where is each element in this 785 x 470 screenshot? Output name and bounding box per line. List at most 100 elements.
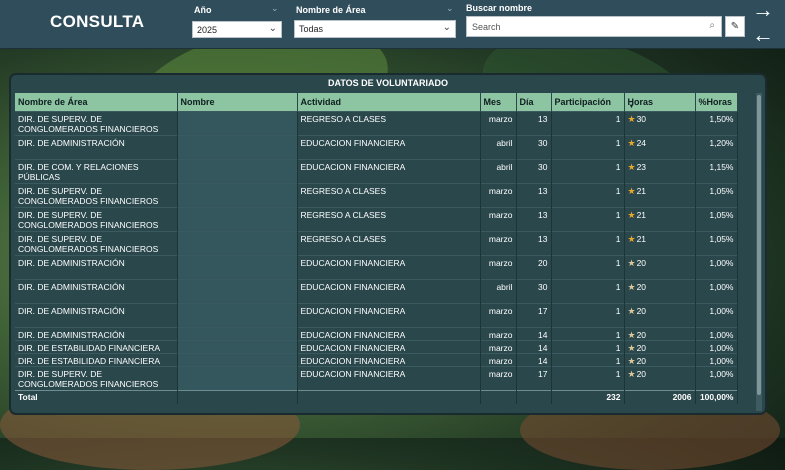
table-row[interactable]: DIR. DE ADMINISTRACIÓN EDUCACION FINANCIE… [15, 327, 738, 341]
column-header-sorted[interactable]: Horas ▼ [624, 93, 696, 112]
cell-dia: 20 [516, 255, 552, 280]
table-row[interactable]: DIR. DE SUPERV. DE CONGLOMERADOS FINANCI… [15, 111, 738, 136]
cell-area: DIR. DE COM. Y RELACIONES PÚBLICAS [15, 159, 178, 184]
cell-dia: 13 [516, 207, 552, 232]
cell-horas: ★20 [624, 303, 696, 328]
cell-nombre [177, 303, 298, 328]
column-header[interactable]: Mes [480, 93, 517, 112]
cell-mes: marzo [480, 255, 517, 280]
total-cell: 100,00% [695, 390, 738, 404]
sort-desc-icon: ▼ [628, 104, 635, 110]
cell-dia: 30 [516, 159, 552, 184]
table-row[interactable]: DIR. DE SUPERV. DE CONGLOMERADOS FINANCI… [15, 366, 738, 391]
cell-mes: marzo [480, 303, 517, 328]
cell-part: 1 [551, 340, 625, 354]
table-row[interactable]: DIR. DE ADMINISTRACIÓN EDUCACION FINANCIE… [15, 279, 738, 304]
eraser-icon: ✎ [730, 21, 740, 32]
cell-dia: 14 [516, 353, 552, 367]
total-cell: Total [15, 390, 178, 404]
cell-pct: 1,05% [695, 183, 738, 208]
cell-value: 20 [636, 343, 647, 353]
cell-part: 1 [551, 135, 625, 160]
column-header[interactable]: %Horas [695, 93, 738, 112]
column-header[interactable]: Día [516, 93, 552, 112]
cell-actividad: REGRESO A CLASES [297, 207, 481, 232]
cell-area: DIR. DE ADMINISTRACIÓN [15, 303, 178, 328]
scrollbar-thumb[interactable] [757, 95, 761, 395]
cell-horas: ★20 [624, 340, 696, 354]
table-row[interactable]: DIR. DE SUPERV. DE CONGLOMERADOS FINANCI… [15, 207, 738, 232]
cell-mes: marzo [480, 340, 517, 354]
cell-part: 1 [551, 353, 625, 367]
volunteer-table: Nombre de Área Nombre Actividad Mes Día … [15, 93, 738, 404]
cell-area: DIR. DE ADMINISTRACIÓN [15, 135, 178, 160]
cell-nombre [177, 183, 298, 208]
column-header[interactable]: Actividad [297, 93, 481, 112]
cell-actividad: EDUCACION FINANCIERA [297, 159, 481, 184]
eraser-button[interactable]: ✎ [725, 16, 745, 37]
top-bar: CONSULTA Año ⌄ 2025 ⌄ Nombre de Área ⌄ T… [0, 0, 785, 49]
page-title: CONSULTA [50, 12, 145, 31]
cell-part: 1 [551, 366, 625, 391]
star-icon: ★ [627, 138, 636, 148]
table-header-row: Nombre de Área Nombre Actividad Mes Día … [15, 93, 738, 112]
year-select[interactable]: 2025 ⌄ [192, 21, 282, 38]
table-row[interactable]: DIR. DE COM. Y RELACIONES PÚBLICAS EDUCAC… [15, 159, 738, 184]
cell-dia: 30 [516, 135, 552, 160]
cell-pct: 1,00% [695, 340, 738, 354]
cell-area: DIR. DE SUPERV. DE CONGLOMERADOS FINANCI… [15, 366, 178, 391]
area-select[interactable]: Todas ⌄ [294, 20, 456, 38]
column-header[interactable]: Nombre de Área [15, 93, 178, 112]
table-row[interactable]: DIR. DE ADMINISTRACIÓN EDUCACION FINANCIE… [15, 135, 738, 160]
cell-pct: 1,15% [695, 159, 738, 184]
total-empty-cell [480, 390, 517, 404]
cell-value: 24 [636, 138, 647, 148]
star-icon: ★ [627, 114, 636, 124]
cell-actividad: EDUCACION FINANCIERA [297, 327, 481, 341]
cell-area: DIR. DE ADMINISTRACIÓN [15, 255, 178, 280]
arrow-left-icon[interactable]: ← [752, 24, 774, 46]
star-half-icon: ★ [627, 330, 636, 340]
star-icon: ★ [627, 186, 636, 196]
cell-dia: 13 [516, 183, 552, 208]
column-header[interactable]: Nombre [177, 93, 298, 112]
table-row[interactable]: DIR. DE ADMINISTRACIÓN EDUCACION FINANCIE… [15, 303, 738, 328]
column-header[interactable]: Participación [551, 93, 625, 112]
star-icon: ★ [627, 234, 636, 244]
star-half-icon: ★ [627, 306, 636, 316]
table-row[interactable]: DIR. DE ESTABILIDAD FINANCIERA EDUCACION … [15, 340, 738, 354]
chevron-down-icon: ⌄ [446, 3, 454, 13]
cell-mes: marzo [480, 353, 517, 367]
cell-mes: marzo [480, 231, 517, 256]
cell-pct: 1,00% [695, 366, 738, 391]
cell-pct: 1,05% [695, 207, 738, 232]
cell-nombre [177, 340, 298, 354]
table-row[interactable]: DIR. DE ESTABILIDAD FINANCIERA EDUCACION … [15, 353, 738, 367]
cell-actividad: EDUCACION FINANCIERA [297, 279, 481, 304]
cell-mes: marzo [480, 366, 517, 391]
star-half-icon: ★ [627, 343, 636, 353]
cell-area: DIR. DE SUPERV. DE CONGLOMERADOS FINANCI… [15, 183, 178, 208]
cell-pct: 1,05% [695, 231, 738, 256]
area-select-value: Todas [299, 24, 324, 34]
cell-pct: 1,00% [695, 255, 738, 280]
cell-value: 23 [636, 162, 647, 172]
table-row[interactable]: DIR. DE ADMINISTRACIÓN EDUCACION FINANCIE… [15, 255, 738, 280]
cell-part: 1 [551, 303, 625, 328]
cell-nombre [177, 159, 298, 184]
cell-actividad: EDUCACION FINANCIERA [297, 135, 481, 160]
cell-mes: marzo [480, 327, 517, 341]
cell-mes: marzo [480, 207, 517, 232]
cell-value: 21 [636, 186, 647, 196]
arrow-right-icon[interactable]: → [752, 0, 774, 21]
vertical-scrollbar[interactable] [756, 93, 762, 411]
table-row[interactable]: DIR. DE SUPERV. DE CONGLOMERADOS FINANCI… [15, 183, 738, 208]
cell-area: DIR. DE SUPERV. DE CONGLOMERADOS FINANCI… [15, 231, 178, 256]
cell-part: 1 [551, 207, 625, 232]
cell-area: DIR. DE SUPERV. DE CONGLOMERADOS FINANCI… [15, 111, 178, 136]
cell-area: DIR. DE ESTABILIDAD FINANCIERA [15, 340, 178, 354]
cell-value: 21 [636, 210, 647, 220]
table-row[interactable]: DIR. DE SUPERV. DE CONGLOMERADOS FINANCI… [15, 231, 738, 256]
cell-nombre [177, 279, 298, 304]
search-input[interactable]: Search ⌕ [466, 16, 722, 37]
